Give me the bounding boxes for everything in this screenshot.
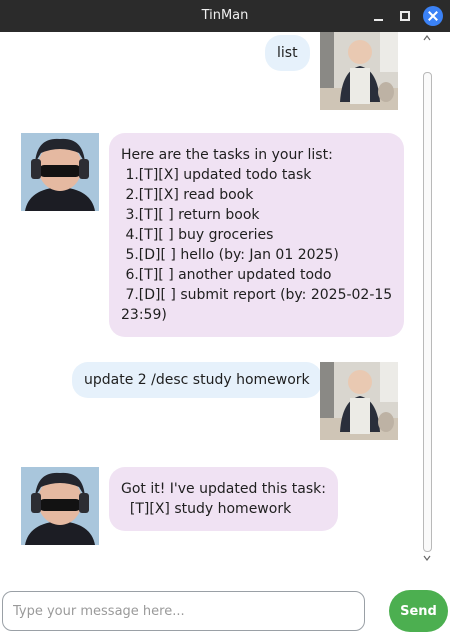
chat-scrollbar[interactable] [420,32,434,572]
chat-area: list Here are the tasks in your list: 1.… [0,32,420,572]
bot-message-bubble: Here are the tasks in your list: 1.[T][X… [109,133,405,337]
user-message-bubble: update 2 /desc study homework [72,362,322,398]
user-message-bubble: list [265,35,310,71]
bot-avatar [21,133,99,211]
scroll-thumb[interactable] [423,72,432,552]
user-avatar [320,32,398,110]
close-icon[interactable] [423,6,443,26]
bot-avatar [21,467,99,545]
maximize-icon[interactable] [397,8,413,24]
scroll-up-icon[interactable] [423,34,431,42]
message-input[interactable] [2,591,365,631]
title-bar: TinMan [0,0,450,32]
user-avatar [320,362,398,440]
scroll-down-icon[interactable] [423,554,431,562]
bot-message-bubble: Got it! I've updated this task: [T][X] s… [109,467,338,531]
send-button[interactable]: Send [389,590,448,632]
minimize-icon[interactable] [371,8,387,24]
